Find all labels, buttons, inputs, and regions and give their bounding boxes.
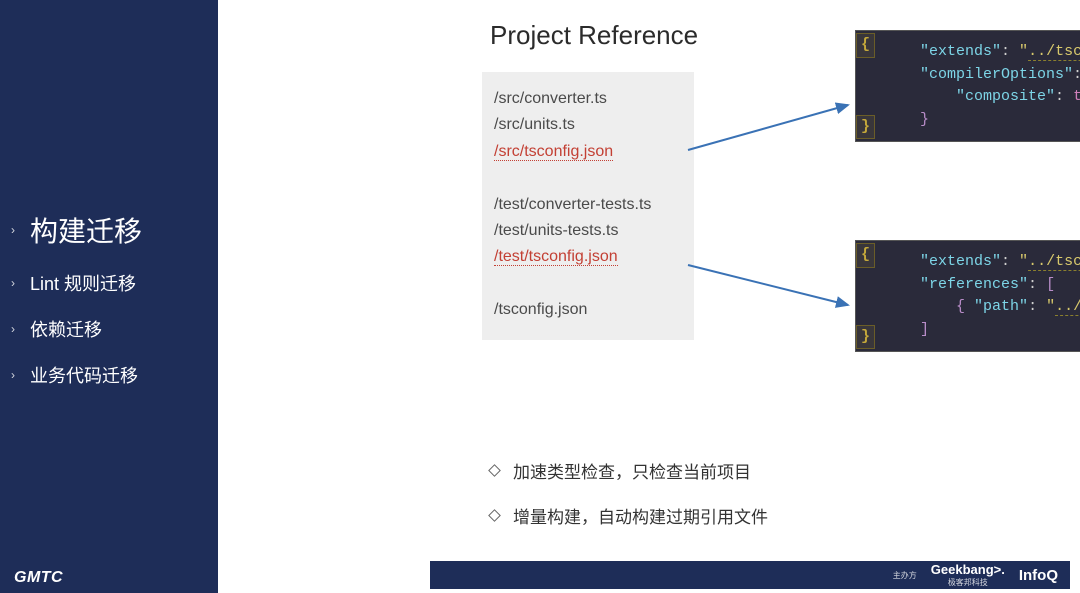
bullet-text: 增量构建，自动构建过期引用文件 [513, 503, 768, 528]
nav-label: Lint 规则迁移 [30, 270, 136, 296]
file-path: /test/units-tests.ts [494, 222, 618, 239]
code-string: ../tsconfig [1028, 253, 1080, 271]
brace-close-icon: } [856, 325, 875, 350]
chevron-right-icon: › [6, 276, 20, 290]
chevron-right-icon: › [6, 223, 20, 237]
file-path: /src/units.ts [494, 116, 575, 133]
file-list: /src/converter.ts /src/units.ts /src/tsc… [482, 72, 694, 340]
nav-label: 业务代码迁移 [30, 362, 138, 388]
geekbang-sub: 极客邦科技 [931, 577, 1005, 588]
code-string: ../tsconfig [1028, 43, 1080, 61]
nav-item-biz[interactable]: › 业务代码迁移 [0, 352, 218, 398]
file-path: /src/converter.ts [494, 90, 607, 107]
chevron-right-icon: › [6, 368, 20, 382]
code-string: ../src [1055, 298, 1080, 316]
nav-label: 构建迁移 [30, 210, 142, 250]
infoq-logo: InfoQ [1019, 567, 1058, 584]
file-path: /test/converter-tests.ts [494, 196, 651, 213]
bullet-text: 加速类型检查，只检查当前项目 [513, 458, 751, 483]
nav-item-lint[interactable]: › Lint 规则迁移 [0, 260, 218, 306]
sidebar: › 构建迁移 › Lint 规则迁移 › 依赖迁移 › 业务代码迁移 GMTC [0, 0, 218, 593]
diamond-icon [488, 464, 501, 477]
code-snippet-test: { "extends": "../tsconfig", "references"… [855, 240, 1080, 352]
slide-content: Project Reference /src/converter.ts /src… [218, 0, 1080, 593]
file-path-highlight: /src/tsconfig.json [494, 143, 613, 161]
arrow-icon [688, 100, 858, 160]
bullet-item: 加速类型检查，只检查当前项目 [490, 458, 768, 483]
geekbang-logo: Geekbang>. [931, 562, 1005, 577]
arrow-icon [688, 260, 858, 320]
brace-open-icon: { [856, 33, 875, 58]
slide-title: Project Reference [490, 20, 698, 51]
code-snippet-src: { "extends": "../tsconfig", "compilerOpt… [855, 30, 1080, 142]
host-label: 主办方 [893, 570, 917, 581]
nav-label: 依赖迁移 [30, 316, 102, 342]
nav-item-build[interactable]: › 构建迁移 [0, 200, 218, 260]
brace-close-icon: } [856, 115, 875, 140]
bullet-list: 加速类型检查，只检查当前项目 增量构建，自动构建过期引用文件 [490, 458, 768, 548]
chevron-right-icon: › [6, 322, 20, 336]
footer-bar: 主办方 Geekbang>. 极客邦科技 InfoQ [430, 561, 1070, 589]
nav-item-deps[interactable]: › 依赖迁移 [0, 306, 218, 352]
gmtc-logo: GMTC [14, 569, 63, 587]
nav-list: › 构建迁移 › Lint 规则迁移 › 依赖迁移 › 业务代码迁移 [0, 200, 218, 398]
file-path-highlight: /test/tsconfig.json [494, 248, 618, 266]
brace-open-icon: { [856, 243, 875, 268]
diamond-icon [488, 509, 501, 522]
bullet-item: 增量构建，自动构建过期引用文件 [490, 503, 768, 528]
file-path: /tsconfig.json [494, 301, 587, 318]
